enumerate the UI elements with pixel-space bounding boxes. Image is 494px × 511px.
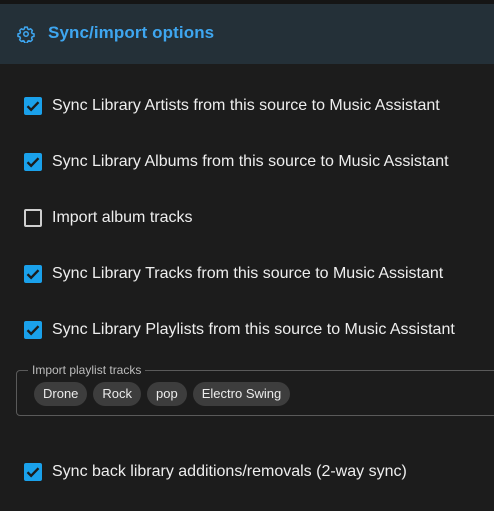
playlist-chip[interactable]: pop xyxy=(147,382,187,406)
import-album-tracks-label: Import album tracks xyxy=(52,209,193,226)
sync-library-tracks-label: Sync Library Tracks from this source to … xyxy=(52,265,444,282)
import-album-tracks-checkbox[interactable]: Import album tracks xyxy=(24,206,192,230)
checkbox-checked-icon[interactable] xyxy=(24,265,42,283)
playlist-chip-list: Drone Rock pop Electro Swing xyxy=(34,382,291,406)
sync-import-section-header[interactable]: Sync/import options xyxy=(0,4,494,64)
checkbox-checked-icon[interactable] xyxy=(24,153,42,171)
checkbox-checked-icon[interactable] xyxy=(24,97,42,115)
two-way-sync-checkbox[interactable]: Sync back library additions/removals (2-… xyxy=(24,460,407,484)
import-playlist-tracks-label: Import playlist tracks xyxy=(28,363,146,377)
two-way-sync-label: Sync back library additions/removals (2-… xyxy=(52,463,407,480)
checkbox-unchecked-icon[interactable] xyxy=(24,209,42,227)
sync-library-playlists-label: Sync Library Playlists from this source … xyxy=(52,321,455,338)
sync-library-albums-label: Sync Library Albums from this source to … xyxy=(52,153,449,170)
sync-library-artists-checkbox[interactable]: Sync Library Artists from this source to… xyxy=(24,94,440,118)
sync-library-albums-checkbox[interactable]: Sync Library Albums from this source to … xyxy=(24,150,449,174)
checkbox-checked-icon[interactable] xyxy=(24,463,42,481)
playlist-chip[interactable]: Rock xyxy=(93,382,142,406)
checkbox-checked-icon[interactable] xyxy=(24,321,42,339)
playlist-chip[interactable]: Electro Swing xyxy=(192,382,291,406)
section-title: Sync/import options xyxy=(48,23,215,42)
sync-library-tracks-checkbox[interactable]: Sync Library Tracks from this source to … xyxy=(24,262,443,286)
playlist-chip[interactable]: Drone xyxy=(34,382,88,406)
sync-library-playlists-checkbox[interactable]: Sync Library Playlists from this source … xyxy=(24,318,455,342)
sync-library-artists-label: Sync Library Artists from this source to… xyxy=(52,97,440,114)
gear-icon xyxy=(17,26,35,43)
